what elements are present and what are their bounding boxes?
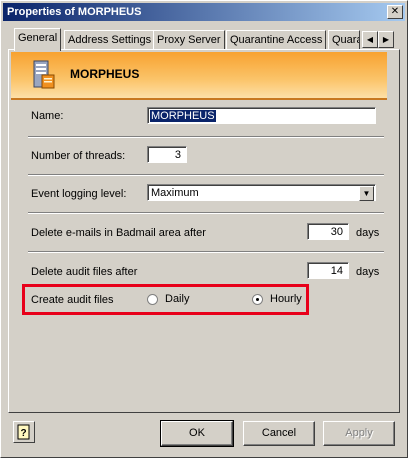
annotation-highlight <box>22 284 309 315</box>
help-icon: ? <box>17 424 30 440</box>
server-icon <box>33 60 55 89</box>
audit-delete-unit: days <box>356 266 380 278</box>
tab-scroll-left-button[interactable]: ◀ <box>362 31 378 48</box>
tab-scroll-right-button[interactable]: ▶ <box>378 31 394 48</box>
tab-proxy-server[interactable]: Proxy Server <box>153 30 225 50</box>
title-bar: Properties of MORPHEUS ✕ <box>3 3 405 21</box>
chevron-down-icon[interactable]: ▼ <box>359 186 374 201</box>
chevron-left-icon: ◀ <box>366 35 374 44</box>
tab-quarantine-truncated-label: Quara <box>332 34 360 46</box>
divider <box>28 174 384 176</box>
apply-button[interactable]: Apply <box>323 421 395 446</box>
server-header: MORPHEUS <box>11 52 387 100</box>
window-title: Properties of MORPHEUS <box>7 6 142 18</box>
badmail-label: Delete e-mails in Badmail area after <box>31 227 206 239</box>
logging-label: Event logging level: <box>31 188 127 200</box>
cancel-button[interactable]: Cancel <box>243 421 315 446</box>
tab-quarantine-truncated[interactable]: Quara <box>328 30 360 50</box>
tab-address-settings-label: Address Settings <box>68 34 152 46</box>
server-name-heading: MORPHEUS <box>70 67 140 81</box>
tab-quarantine-access[interactable]: Quarantine Access <box>226 30 327 50</box>
name-label: Name: <box>31 110 64 122</box>
threads-label: Number of threads: <box>31 150 126 162</box>
name-field-value: MORPHEUS <box>150 110 216 122</box>
tab-general[interactable]: General <box>14 28 62 51</box>
audit-days-value: 14 <box>330 265 343 277</box>
threads-field[interactable]: 3 <box>147 146 187 163</box>
logging-level-value: Maximum <box>151 187 199 199</box>
svg-text:?: ? <box>20 428 26 439</box>
divider <box>28 251 384 253</box>
close-button[interactable]: ✕ <box>387 5 403 19</box>
audit-days-field[interactable]: 14 <box>307 262 349 279</box>
divider <box>28 212 384 214</box>
tab-quarantine-access-label: Quarantine Access <box>230 34 323 46</box>
audit-delete-label: Delete audit files after <box>31 266 138 278</box>
name-field[interactable]: MORPHEUS <box>147 107 376 124</box>
tab-proxy-server-label: Proxy Server <box>157 34 221 46</box>
tab-address-settings[interactable]: Address Settings <box>64 30 156 50</box>
threads-field-value: 3 <box>174 149 181 161</box>
help-button[interactable]: ? <box>13 421 35 443</box>
badmail-unit: days <box>356 227 380 239</box>
tab-general-label: General <box>18 32 58 44</box>
logging-level-select[interactable]: Maximum ▼ <box>147 184 376 201</box>
ok-button[interactable]: OK <box>160 420 234 447</box>
divider <box>28 136 384 138</box>
chevron-right-icon: ▶ <box>382 35 390 44</box>
badmail-days-field[interactable]: 30 <box>307 223 349 240</box>
badmail-days-value: 30 <box>330 226 343 238</box>
